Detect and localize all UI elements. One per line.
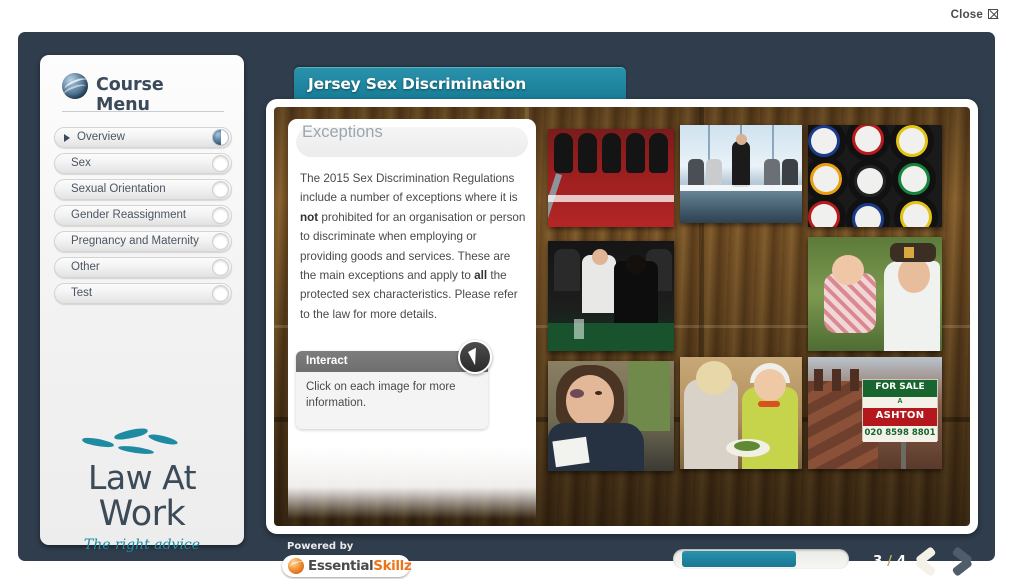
sidebar-item-gender-reassignment[interactable]: Gender Reassignment	[54, 205, 232, 226]
sign-line-2: A	[897, 398, 903, 405]
progress-indicator-icon	[212, 233, 229, 250]
slide-heading: Exceptions	[302, 123, 383, 141]
powered-by-label: Powered by	[287, 541, 354, 552]
page-total: 4	[896, 553, 907, 569]
interact-title: Interact	[306, 355, 348, 367]
sign-line-1: FOR SALE	[875, 382, 925, 392]
page-separator: /	[887, 553, 893, 569]
sidebar-item-label: Sex	[71, 157, 91, 169]
slide-progress-bar[interactable]	[673, 549, 849, 569]
sidebar-item-sex[interactable]: Sex	[54, 153, 232, 174]
sign-line-3: ASHTON	[875, 410, 925, 421]
progress-indicator-icon	[212, 259, 229, 276]
abuse-refuge-image[interactable]	[548, 361, 674, 471]
progress-indicator-icon	[212, 129, 229, 146]
orange-sphere-icon	[288, 558, 304, 574]
interact-callout: Interact Click on each image for more in…	[296, 340, 492, 429]
course-menu-header: Course Menu	[62, 71, 222, 115]
law-at-work-logo: Law At Work The right advice	[40, 426, 244, 553]
slide-progress-fill	[682, 551, 796, 567]
close-box-icon	[988, 9, 998, 19]
progress-indicator-icon	[212, 181, 229, 198]
nanny-baby-image[interactable]	[808, 237, 942, 351]
progress-indicator-icon	[212, 285, 229, 302]
triangle-right-icon	[64, 134, 70, 142]
essentialskillz-logo[interactable]: EssentialSkillz	[282, 555, 412, 577]
guards-image[interactable]	[548, 129, 674, 227]
charity-tins-image[interactable]	[808, 125, 942, 227]
sidebar-item-sexual-orientation[interactable]: Sexual Orientation	[54, 179, 232, 200]
course-title: Jersey Sex Discrimination	[308, 75, 527, 93]
boardroom-image[interactable]	[680, 125, 802, 223]
interact-text: Click on each image for more information…	[306, 381, 456, 409]
close-label: Close	[950, 9, 983, 21]
brand-line-1: Law At	[87, 458, 197, 497]
sidebar-item-label: Overview	[77, 131, 125, 143]
fish-wave-icon	[40, 426, 244, 461]
essentialskillz-text: EssentialSkillz	[308, 558, 412, 574]
sidebar-item-other[interactable]: Other	[54, 257, 232, 278]
close-button[interactable]: Close	[951, 9, 998, 21]
menu-divider	[62, 111, 224, 112]
page-current: 3	[873, 553, 883, 569]
course-menu-panel: Course Menu Overview Sex Sexual Orientat…	[40, 55, 244, 553]
course-title-tab: Jersey Sex Discrimination	[294, 67, 626, 99]
sidebar-item-label: Other	[71, 261, 100, 273]
progress-indicator-icon	[212, 207, 229, 224]
sidebar-item-label: Gender Reassignment	[71, 209, 187, 221]
brand-tagline: The right advice	[83, 537, 201, 553]
gambling-image[interactable]	[548, 241, 674, 351]
slide-panel: Exceptions The 2015 Sex Discrimination R…	[266, 99, 978, 534]
chevron-left-icon[interactable]	[909, 545, 939, 579]
sidebar-item-label: Sexual Orientation	[71, 183, 166, 195]
page-indicator: 3 / 4	[873, 553, 906, 569]
course-player-frame: Course Menu Overview Sex Sexual Orientat…	[18, 32, 995, 577]
top-bar: Close	[0, 0, 1014, 32]
blue-sphere-icon	[62, 73, 88, 99]
sidebar-item-label: Test	[71, 287, 93, 299]
carer-elderly-image[interactable]	[680, 357, 802, 469]
sidebar-item-test[interactable]: Test	[54, 283, 232, 304]
sidebar-item-label: Pregnancy and Maternity	[71, 235, 199, 247]
progress-indicator-icon	[212, 155, 229, 172]
slide-background: Exceptions The 2015 Sex Discrimination R…	[274, 107, 970, 526]
sidebar-item-overview[interactable]: Overview	[54, 127, 232, 148]
chevron-right-icon[interactable]	[947, 545, 977, 579]
for-sale-sign: FOR SALE A ASHTON 020 8598 8801	[862, 379, 938, 442]
slide-body-text: The 2015 Sex Discrimination Regulations …	[300, 172, 526, 321]
cursor-pointer-icon	[458, 340, 492, 374]
sign-phone: 020 8598 8801	[864, 428, 936, 438]
course-menu-list: Overview Sex Sexual Orientation Gender R…	[54, 127, 232, 309]
sidebar-item-pregnancy-and-maternity[interactable]: Pregnancy and Maternity	[54, 231, 232, 252]
course-menu-title: Course Menu	[96, 75, 164, 115]
slide-text-card: Exceptions The 2015 Sex Discrimination R…	[288, 119, 536, 519]
brand-line-2: Work	[98, 494, 186, 534]
for-sale-image[interactable]: FOR SALE A ASHTON 020 8598 8801	[808, 357, 942, 469]
